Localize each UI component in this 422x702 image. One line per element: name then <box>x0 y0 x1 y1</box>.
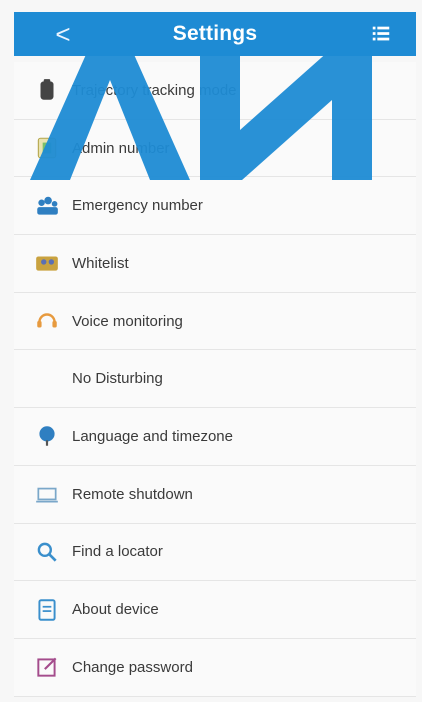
settings-item-trajectory-tracking-mode[interactable]: Trajectory tracking mode <box>14 62 416 120</box>
settings-item-label: No Disturbing <box>72 370 163 388</box>
settings-item-label: About device <box>72 601 159 619</box>
globe-icon <box>32 421 62 451</box>
document-icon <box>32 595 62 625</box>
settings-item-no-disturbing[interactable]: No Disturbing <box>14 350 416 409</box>
search-icon <box>32 537 62 567</box>
settings-item-label: Find a locator <box>72 543 163 561</box>
settings-item-whitelist[interactable]: Whitelist <box>14 235 416 293</box>
back-button[interactable]: < <box>48 12 78 56</box>
menu-button[interactable] <box>368 12 394 56</box>
settings-item-label: Emergency number <box>72 197 203 215</box>
settings-item-about-device[interactable]: About device <box>14 581 416 639</box>
headset-icon <box>32 306 62 336</box>
moon-icon <box>32 364 62 394</box>
top-bar: < Settings <box>14 12 416 56</box>
settings-item-label: Admin number <box>72 139 170 157</box>
settings-item-voice-monitoring[interactable]: Voice monitoring <box>14 292 416 351</box>
settings-item-admin-number[interactable]: Admin number <box>14 119 416 178</box>
list-icon <box>372 26 390 41</box>
phone-card-icon <box>32 133 62 163</box>
laptop-icon <box>32 479 62 509</box>
settings-item-label: Language and timezone <box>72 427 233 445</box>
device-icon <box>32 75 62 105</box>
page-title: Settings <box>172 22 258 45</box>
settings-item-label: Change password <box>72 658 193 676</box>
settings-item-label: Remote shutdown <box>72 485 193 503</box>
settings-item-label: Voice monitoring <box>72 312 183 330</box>
edit-icon <box>32 652 62 682</box>
contacts-icon <box>32 248 62 278</box>
settings-item-remote-shutdown[interactable]: Remote shutdown <box>14 465 416 524</box>
settings-item-change-password[interactable]: Change password <box>14 638 416 697</box>
back-icon: < <box>55 18 71 49</box>
settings-item-emergency-number[interactable]: Emergency number <box>14 177 416 236</box>
settings-item-label: Whitelist <box>72 254 129 272</box>
settings-item-language-and-timezone[interactable]: Language and timezone <box>14 408 416 466</box>
settings-item-label: Trajectory tracking mode <box>72 81 237 99</box>
settings-list: Trajectory tracking mode Admin number Em… <box>14 62 416 697</box>
group-icon <box>32 191 62 221</box>
settings-item-find-a-locator[interactable]: Find a locator <box>14 523 416 582</box>
